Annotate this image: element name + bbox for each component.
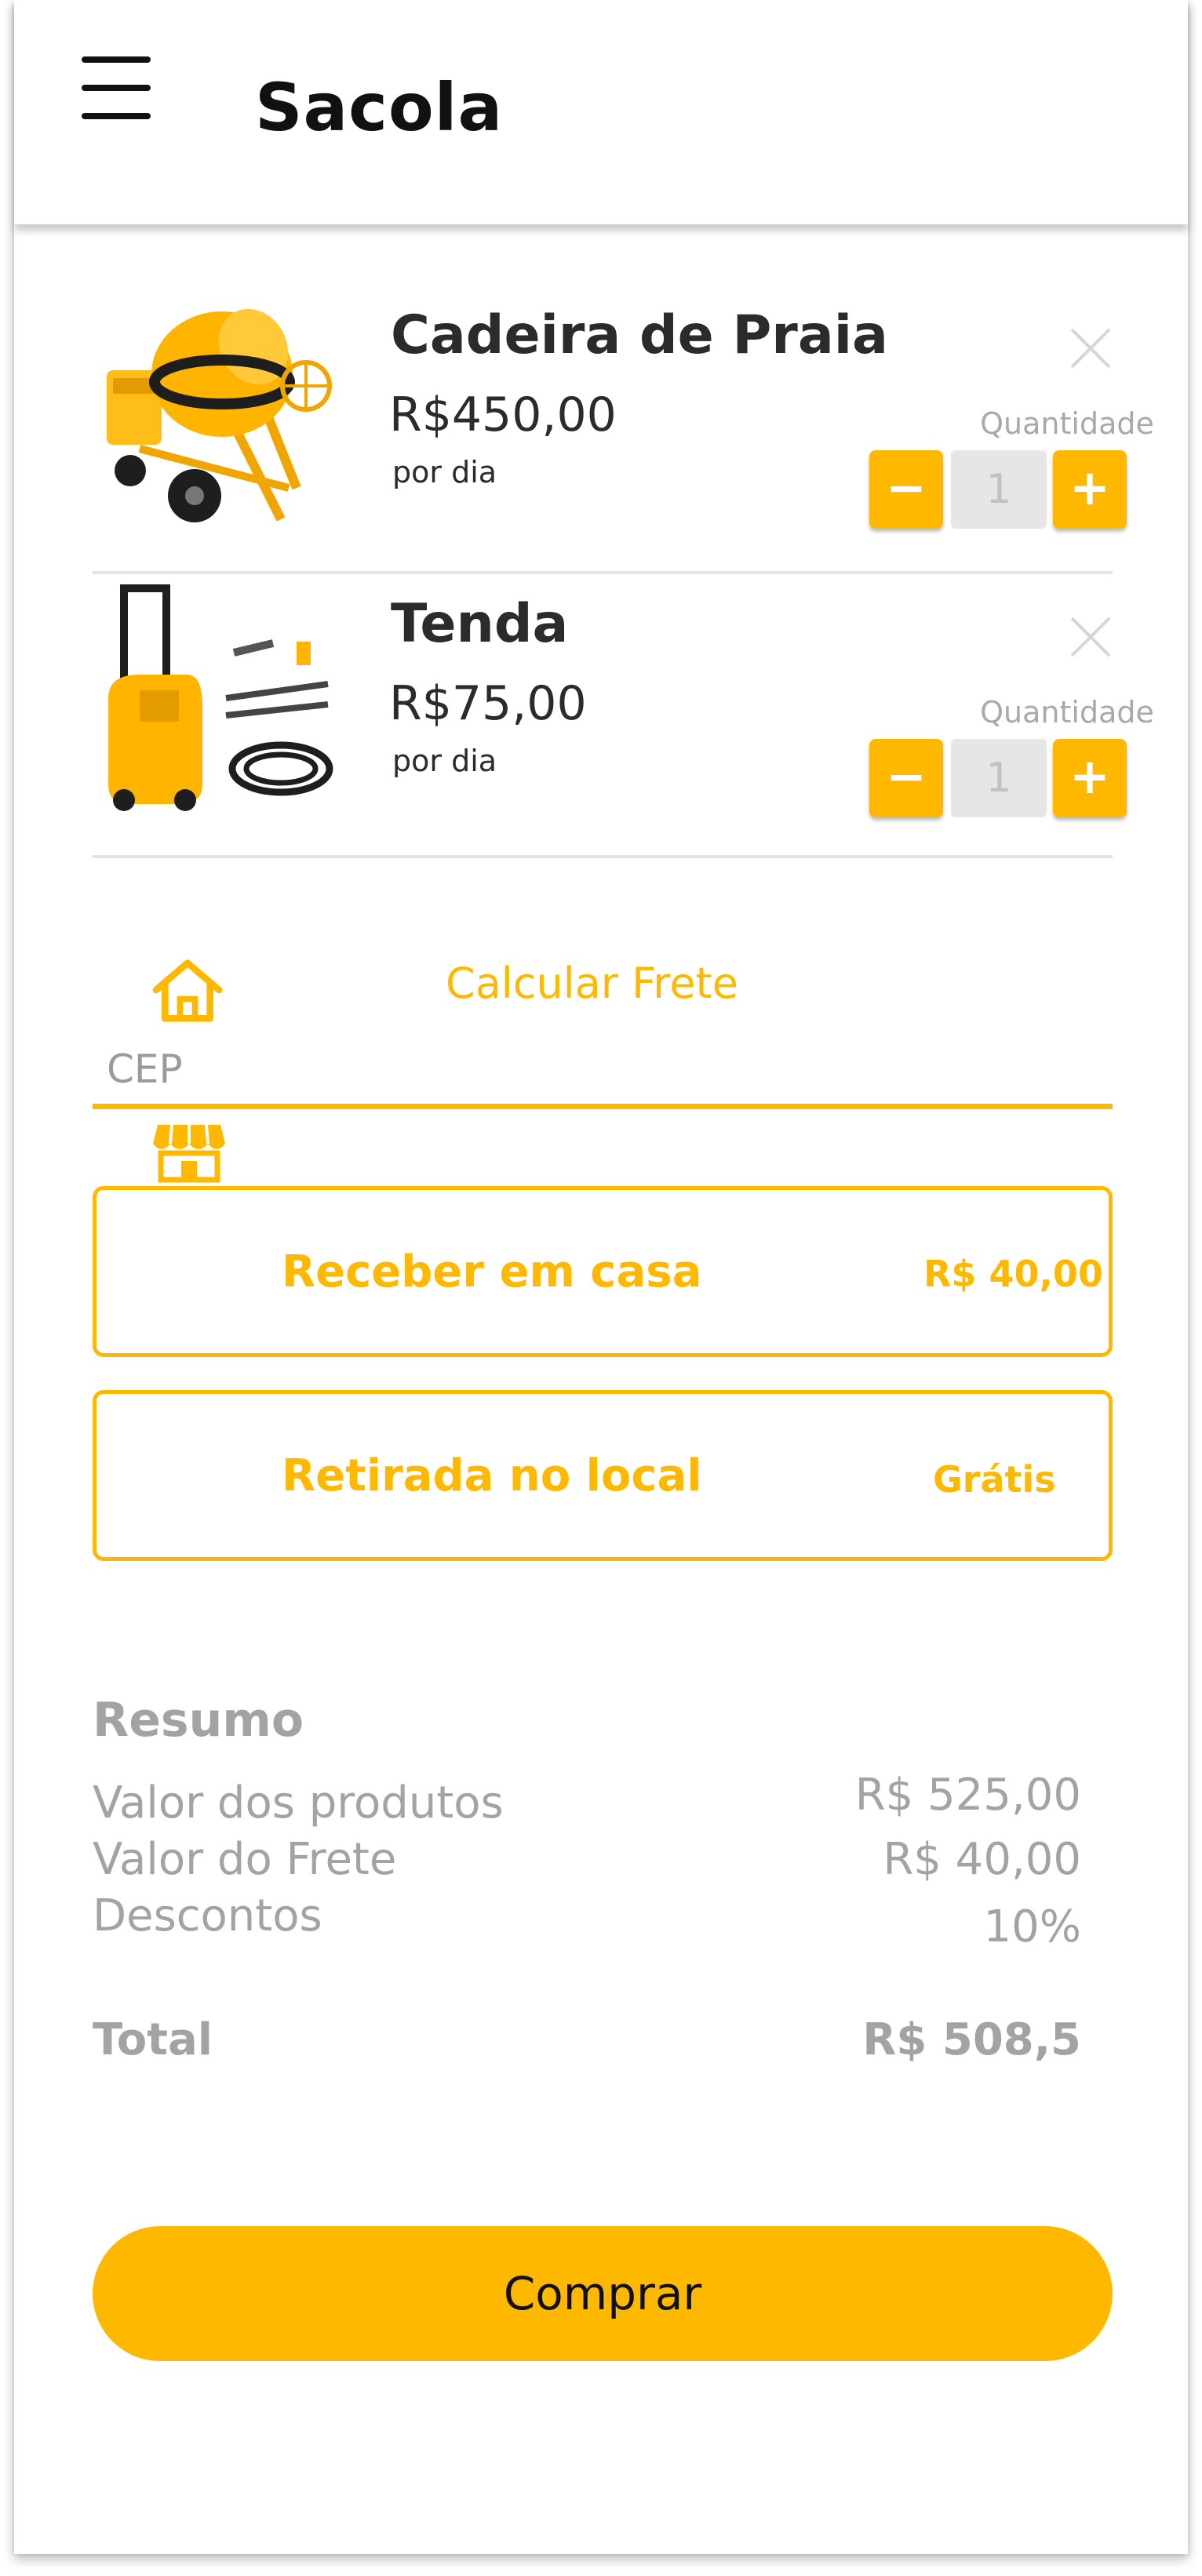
app-screen: Sacola Cadeira de Praia R$450,00 por dia… bbox=[14, 0, 1188, 2554]
item-price-period: por dia bbox=[392, 744, 497, 778]
shipping-option-price: R$ 40,00 bbox=[923, 1253, 1103, 1295]
products-value-label: Valor dos produtos bbox=[93, 1777, 504, 1828]
cep-input[interactable] bbox=[93, 1034, 1113, 1109]
products-value: R$ 525,00 bbox=[854, 1770, 1081, 1821]
store-icon bbox=[153, 1124, 225, 1183]
quantity-label: Quantidade bbox=[980, 406, 1154, 441]
total-label: Total bbox=[93, 2014, 213, 2065]
item-name: Cadeira de Praia bbox=[391, 304, 888, 366]
home-delivery-option[interactable]: Receber em casa R$ 40,00 bbox=[93, 1186, 1113, 1357]
cart-item: Tenda R$75,00 por dia Quantidade − 1 + bbox=[93, 580, 1154, 850]
item-price: R$75,00 bbox=[389, 676, 587, 731]
increment-quantity-button[interactable]: + bbox=[1053, 450, 1127, 529]
cart-item: Cadeira de Praia R$450,00 por dia Quanti… bbox=[93, 292, 1154, 562]
shipping-option-price: Grátis bbox=[933, 1458, 1056, 1501]
buy-button[interactable]: Comprar bbox=[93, 2226, 1113, 2361]
hamburger-menu-icon[interactable] bbox=[82, 56, 152, 121]
decrement-quantity-button[interactable]: − bbox=[869, 450, 943, 529]
concrete-mixer-image bbox=[107, 308, 332, 522]
quantity-label: Quantidade bbox=[980, 695, 1154, 730]
remove-item-icon[interactable] bbox=[1069, 615, 1113, 659]
page-title: Sacola bbox=[255, 69, 504, 146]
calculate-shipping-link[interactable]: Calcular Frete bbox=[446, 959, 738, 1008]
shipping-value: R$ 40,00 bbox=[883, 1834, 1081, 1885]
divider bbox=[93, 855, 1113, 858]
discount-label: Descontos bbox=[93, 1890, 322, 1941]
home-icon bbox=[152, 959, 223, 1022]
top-app-bar: Sacola bbox=[14, 0, 1188, 224]
increment-quantity-button[interactable]: + bbox=[1053, 739, 1127, 817]
shipping-option-label: Receber em casa bbox=[282, 1246, 702, 1297]
discount-value: 10% bbox=[983, 1901, 1081, 1952]
shipping-option-label: Retirada no local bbox=[282, 1450, 702, 1501]
item-price: R$450,00 bbox=[389, 387, 617, 442]
remove-item-icon[interactable] bbox=[1069, 326, 1113, 370]
shipping-value-label: Valor do Frete bbox=[93, 1834, 397, 1885]
decrement-quantity-button[interactable]: − bbox=[869, 739, 943, 817]
pressure-washer-image bbox=[108, 584, 333, 811]
quantity-value[interactable]: 1 bbox=[951, 739, 1047, 817]
store-pickup-option[interactable]: Retirada no local Grátis bbox=[93, 1390, 1113, 1561]
divider bbox=[93, 571, 1113, 574]
item-name: Tenda bbox=[391, 593, 569, 655]
summary-title: Resumo bbox=[93, 1693, 304, 1748]
item-price-period: por dia bbox=[392, 455, 497, 489]
total-value: R$ 508,5 bbox=[862, 2014, 1081, 2065]
quantity-value[interactable]: 1 bbox=[951, 450, 1047, 529]
